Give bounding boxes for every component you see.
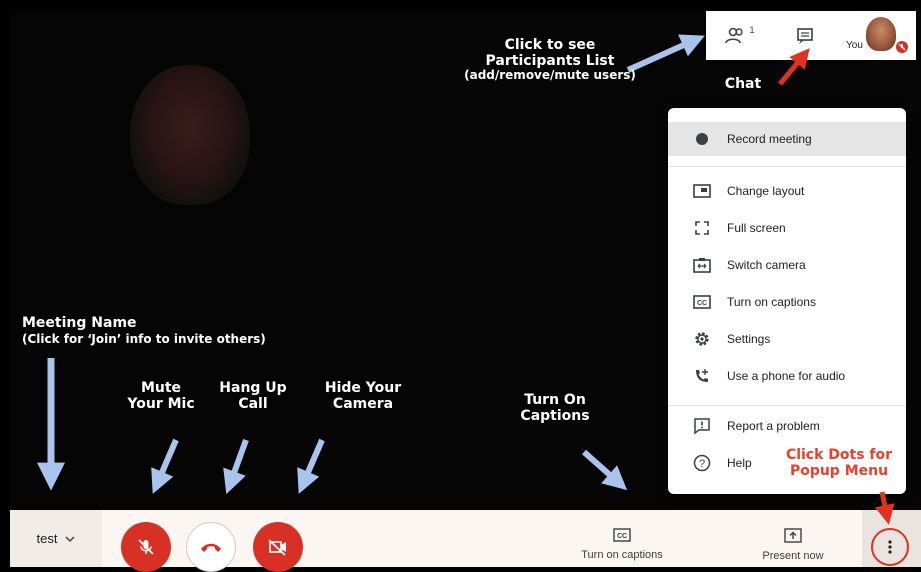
annotation-text: Click Dots for — [785, 447, 893, 463]
annotation-text: Participants List — [485, 53, 615, 70]
annotation-hide-camera: Hide Your Camera — [318, 380, 408, 412]
annotation-arrows — [37, 34, 895, 525]
annotation-mute: Mute Your Mic — [121, 380, 201, 412]
annotation-meeting-name-sub: (Click for ‘Join’ info to invite others) — [22, 332, 266, 346]
annotation-text: Hang Up — [219, 380, 287, 396]
annotation-text: Call — [238, 396, 268, 413]
annotation-text: Your Mic — [127, 396, 195, 413]
annotation-hang-up: Hang Up Call — [213, 380, 293, 412]
arrow-to-dots — [874, 491, 895, 525]
annotation-text: Captions — [520, 408, 590, 425]
annotation-text: Popup Menu — [789, 463, 889, 480]
arrow-to-captions — [582, 449, 628, 491]
arrow-to-chat — [778, 48, 810, 86]
annotation-text: Turn On — [524, 392, 586, 408]
annotation-text: Hide Your — [324, 380, 402, 396]
annotation-text: Click to see — [504, 37, 596, 53]
annotation-text: Mute — [140, 380, 182, 396]
arrow-to-mute — [151, 438, 179, 494]
annotation-text: Camera — [332, 396, 394, 413]
annotation-captions: Turn On Captions — [515, 392, 595, 424]
annotation-chat: Chat — [724, 76, 762, 92]
arrow-to-camera — [297, 438, 325, 494]
annotation-dots: Click Dots for Popup Menu — [779, 447, 899, 479]
annotation-participants: Click to see Participants List (add/remo… — [450, 37, 650, 83]
annotation-meeting-name: Meeting Name — [22, 315, 137, 331]
arrow-to-hang-up — [223, 438, 249, 495]
annotation-text: (add/remove/mute users) — [464, 68, 636, 83]
